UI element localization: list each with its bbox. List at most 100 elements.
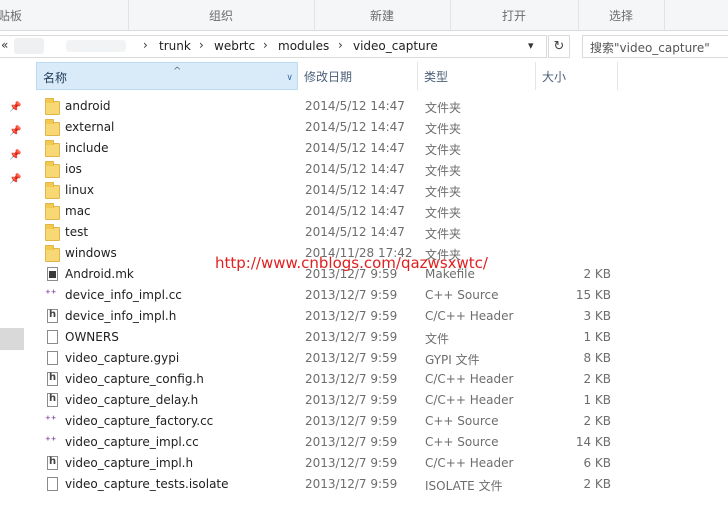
file-name: video_capture_tests.isolate [65,477,229,491]
file-row[interactable]: video_capture_delay.h 2013/12/7 9:59 C/C++… [28,390,728,411]
file-icon [47,477,58,491]
file-row[interactable]: linux 2014/5/12 14:47 文件夹 [28,180,728,201]
ribbon-group-open: 打开 [450,0,579,30]
file-name: android [65,99,111,113]
file-size: 2 KB [583,414,611,428]
column-size[interactable]: 大小 [536,62,618,90]
folder-icon [45,182,60,199]
file-row[interactable]: mac 2014/5/12 14:47 文件夹 [28,201,728,222]
file-size: 3 KB [583,309,611,323]
column-date[interactable]: 修改日期 [298,62,418,90]
file-row[interactable]: OWNERS 2013/12/7 9:59 文件 1 KB [28,327,728,348]
file-date: 2014/5/12 14:47 [305,225,405,239]
blurred-path-segment [66,40,126,52]
pin-icon[interactable]: 📌 [9,126,21,137]
file-type: ISOLATE 文件 [425,479,503,493]
file-row[interactable]: device_info_impl.h 2013/12/7 9:59 C/C++ He… [28,306,728,327]
file-date: 2013/12/7 9:59 [305,309,398,323]
file-name: device_info_impl.cc [65,288,182,302]
file-name: video_capture_impl.h [65,456,194,470]
file-row[interactable]: android 2014/5/12 14:47 文件夹 [28,96,728,117]
chevron-right-icon: › [199,38,204,52]
refresh-button[interactable]: ↻ [548,35,570,58]
file-type: C++ Source [425,414,499,428]
file-row[interactable]: video_capture_impl.h 2013/12/7 9:59 C/C++ … [28,453,728,474]
file-row[interactable]: ⁺⁺ video_capture_factory.cc 2013/12/7 9:59… [28,411,728,432]
file-name: device_info_impl.h [65,309,177,323]
pin-icon[interactable]: 📌 [9,174,21,185]
breadcrumb-video-capture[interactable]: video_capture [353,39,438,53]
ribbon-group-select-label: 选择 [608,9,633,23]
file-name: test [65,225,89,239]
file-name: ios [65,162,82,176]
nav-selected-item[interactable] [0,328,24,350]
breadcrumb-webrtc[interactable]: webrtc [214,39,255,53]
history-back-icon[interactable]: « [1,38,8,52]
search-placeholder: 搜索"video_capture" [590,41,710,55]
file-row[interactable]: ⁺⁺ video_capture_impl.cc 2013/12/7 9:59 C++… [28,432,728,453]
file-size: 2 KB [583,267,611,281]
ribbon: 贴板 组织 新建 打开 选择 [0,0,728,31]
address-dropdown-icon[interactable]: ▾ [528,39,534,52]
file-date: 2013/12/7 9:59 [305,288,398,302]
file-icon [47,330,58,344]
column-size-label: 大小 [542,70,567,84]
pin-icon[interactable]: 📌 [9,150,21,161]
file-date: 2014/5/12 14:47 [305,204,405,218]
file-date: 2013/12/7 9:59 [305,456,398,470]
file-date: 2013/12/7 9:59 [305,393,398,407]
file-type: GYPI 文件 [425,353,480,367]
column-filter-dropdown-icon[interactable]: ∨ [286,63,293,93]
ribbon-group-new-label: 新建 [369,9,394,23]
header-file-icon [47,309,58,323]
search-input[interactable]: 搜索"video_capture" [582,35,728,58]
file-date: 2013/12/7 9:59 [305,351,398,365]
address-bar[interactable]: « › trunk › webrtc › modules › video_cap… [0,35,547,58]
file-row[interactable]: ios 2014/5/12 14:47 文件夹 [28,159,728,180]
file-size: 2 KB [583,372,611,386]
file-date: 2014/5/12 14:47 [305,183,405,197]
folder-icon [45,224,60,241]
file-type: C++ Source [425,435,499,449]
address-row: « › trunk › webrtc › modules › video_cap… [0,31,728,60]
file-date: 2013/12/7 9:59 [305,372,398,386]
file-row[interactable]: test 2014/5/12 14:47 文件夹 [28,222,728,243]
watermark-text: http://www.cnblogs.com/qazwsxwtc/ [215,254,488,272]
file-row[interactable]: video_capture_config.h 2013/12/7 9:59 C/C+… [28,369,728,390]
file-name: linux [65,183,94,197]
file-name: video_capture_impl.cc [65,435,199,449]
file-row[interactable]: external 2014/5/12 14:47 文件夹 [28,117,728,138]
file-type: 文件夹 [425,206,462,220]
file-name: Android.mk [65,267,134,281]
breadcrumb-trunk[interactable]: trunk [159,39,191,53]
folder-icon [45,98,60,115]
file-row[interactable]: include 2014/5/12 14:47 文件夹 [28,138,728,159]
file-size: 15 KB [575,288,611,302]
file-type: C++ Source [425,288,499,302]
file-row[interactable]: video_capture.gypi 2013/12/7 9:59 GYPI 文件 8… [28,348,728,369]
column-name-label: 名称 [43,71,68,85]
chevron-right-icon: › [263,38,268,52]
file-row[interactable]: ⁺⁺ device_info_impl.cc 2013/12/7 9:59 C++ S… [28,285,728,306]
pin-icon[interactable]: 📌 [9,102,21,113]
file-type: 文件夹 [425,185,462,199]
navigation-pane: 📌 📌 📌 📌 [0,60,28,509]
file-type: C/C++ Header [425,456,514,470]
breadcrumb-modules[interactable]: modules [278,39,329,53]
file-type: 文件夹 [425,143,462,157]
ribbon-group-clipboard: 贴板 [0,0,129,30]
file-name: external [65,120,115,134]
makefile-icon [47,267,58,281]
file-date: 2013/12/7 9:59 [305,477,398,491]
column-type[interactable]: 类型 [418,62,536,90]
file-size: 2 KB [583,477,611,491]
file-row[interactable]: video_capture_tests.isolate 2013/12/7 9:5… [28,474,728,495]
chevron-right-icon: › [143,38,148,52]
folder-icon [45,119,60,136]
header-file-icon [47,456,58,470]
file-name: video_capture_delay.h [65,393,199,407]
header-file-icon [47,372,58,386]
file-size: 14 KB [575,435,611,449]
column-name[interactable]: 名称 ^ ∨ [36,62,298,90]
file-name: mac [65,204,91,218]
